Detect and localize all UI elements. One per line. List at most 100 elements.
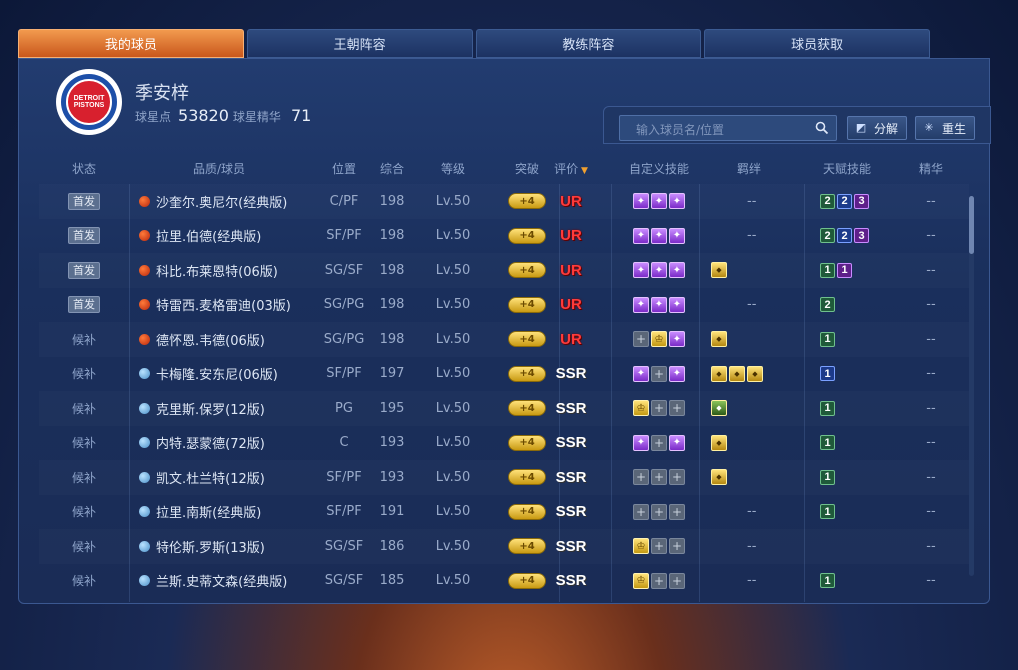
table-row[interactable]: 首发 特雷西.麦格雷迪(03版) SG/PG 198 Lv.50 +4 UR ✦ ✦ ✦ -- 2 --: [39, 288, 969, 323]
custom-skill-icon[interactable]: ✦: [633, 296, 649, 313]
table-row[interactable]: 候补 卡梅隆.安东尼(06版) SF/PF 197 Lv.50 +4 SSR ✦ + ✦ ◆ ◆ ◆ 1-…: [39, 357, 969, 392]
rebirth-button[interactable]: ✳ 重生: [915, 116, 976, 140]
tab-coach-lineup[interactable]: 教练阵容: [475, 29, 702, 58]
essence-cell: --: [926, 297, 936, 313]
talent-level-badge[interactable]: 2: [820, 228, 835, 244]
table-row[interactable]: 候补 内特.瑟蒙德(72版) C 193 Lv.50 +4 SSR ✦ + ✦ ◆ 1 --: [39, 426, 969, 461]
add-skill-slot-icon[interactable]: +: [669, 400, 685, 417]
search-input[interactable]: 输入球员名/位置: [619, 115, 837, 141]
custom-skill-icon[interactable]: ✦: [669, 434, 685, 451]
col-rating[interactable]: 评价 ▼: [545, 160, 597, 177]
talent-level-badge[interactable]: 1: [820, 469, 835, 485]
talent-level-badge[interactable]: 1: [820, 435, 835, 451]
add-skill-slot-icon[interactable]: +: [651, 503, 667, 520]
bond-icon[interactable]: ◆: [711, 434, 727, 451]
table-row[interactable]: 候补 特伦斯.罗斯(13版) SG/SF 186 Lv.50 +4 SSR ♔ + + -- --: [39, 529, 969, 564]
tab-dynasty-lineup[interactable]: 王朝阵容: [246, 29, 473, 58]
custom-skill-icon[interactable]: ✦: [669, 296, 685, 313]
custom-skill-icon[interactable]: ♔: [633, 538, 649, 555]
custom-skill-icon[interactable]: ✦: [651, 262, 667, 279]
table-row[interactable]: 首发 沙奎尔.奥尼尔(经典版) C/PF 198 Lv.50 +4 UR ✦ ✦ ✦ -- 2 2 3 --: [39, 184, 969, 219]
add-skill-slot-icon[interactable]: +: [669, 538, 685, 555]
bond-icon[interactable]: ◆: [747, 365, 763, 382]
talent-level-badge[interactable]: 1: [820, 262, 835, 278]
add-skill-slot-icon[interactable]: +: [669, 503, 685, 520]
custom-skill-icon[interactable]: ✦: [633, 365, 649, 382]
bond-icon[interactable]: ◆: [729, 365, 745, 382]
custom-skill-icon[interactable]: ✦: [669, 193, 685, 210]
talent-level-badge[interactable]: 1: [820, 573, 835, 589]
talent-level-badge[interactable]: 3: [854, 193, 869, 209]
table-row[interactable]: 首发 拉里.伯德(经典版) SF/PF 198 Lv.50 +4 UR ✦ ✦ ✦ -- 2 2 3 --: [39, 219, 969, 254]
custom-skill-icon[interactable]: ✦: [633, 262, 649, 279]
col-level: 等级: [440, 162, 465, 176]
rating-badge: UR: [560, 227, 582, 245]
rebirth-label: 重生: [942, 121, 967, 136]
custom-skill-icon[interactable]: ✦: [669, 262, 685, 279]
table-row[interactable]: 候补 克里斯.保罗(12版) PG 195 Lv.50 +4 SSR ♔ + + ◆ 1 --: [39, 391, 969, 426]
add-skill-slot-icon[interactable]: +: [651, 400, 667, 417]
table-row[interactable]: 首发 科比.布莱恩特(06版) SG/SF 198 Lv.50 +4 UR ✦ ✦ ✦ ◆ 1 1 --: [39, 253, 969, 288]
quality-icon: [139, 195, 150, 207]
tab-my-players[interactable]: 我的球员: [18, 29, 244, 58]
talent-level-badge[interactable]: 2: [837, 193, 852, 209]
rating-badge: UR: [560, 330, 582, 348]
level-cell: Lv.50: [435, 366, 471, 382]
status-badge: 候补: [71, 505, 96, 520]
quality-icon: [139, 540, 150, 552]
custom-skill-icon[interactable]: ✦: [633, 227, 649, 244]
table-row[interactable]: 候补 凯文.杜兰特(12版) SF/PF 193 Lv.50 +4 SSR + + + ◆ 1 --: [39, 460, 969, 495]
bond-icon[interactable]: ◆: [711, 469, 727, 486]
search-icon[interactable]: [815, 121, 829, 135]
add-skill-slot-icon[interactable]: +: [651, 572, 667, 589]
table-row[interactable]: 候补 德怀恩.韦德(06版) SG/PG 198 Lv.50 +4 UR + ♔ ✦ ◆ 1 --: [39, 322, 969, 357]
tab-player-acquire[interactable]: 球员获取: [704, 29, 930, 58]
talent-level-badge[interactable]: 2: [820, 193, 835, 209]
talent-level-badge[interactable]: 1: [820, 400, 835, 416]
add-skill-slot-icon[interactable]: +: [669, 469, 685, 486]
talent-level-badge[interactable]: 1: [837, 262, 852, 278]
scrollbar[interactable]: [969, 196, 974, 576]
talent-level-badge[interactable]: 1: [820, 366, 835, 382]
custom-skill-icon[interactable]: ✦: [651, 193, 667, 210]
add-skill-slot-icon[interactable]: +: [651, 434, 667, 451]
talent-level-badge[interactable]: 3: [854, 228, 869, 244]
table-row[interactable]: 候补 兰斯.史蒂文森(经典版) SG/SF 185 Lv.50 +4 SSR ♔ + + -- 1 --: [39, 564, 969, 599]
custom-skill-icon[interactable]: ✦: [669, 227, 685, 244]
quality-icon: [139, 437, 150, 449]
add-skill-slot-icon[interactable]: +: [669, 572, 685, 589]
talent-level-badge[interactable]: 1: [820, 504, 835, 520]
custom-skill-icon[interactable]: ✦: [633, 434, 649, 451]
custom-skill-icon[interactable]: ♔: [651, 331, 667, 348]
bond-icon[interactable]: ◆: [711, 365, 727, 382]
custom-skill-icon[interactable]: ✦: [651, 296, 667, 313]
level-cell: Lv.50: [435, 400, 471, 416]
custom-skill-icon[interactable]: ✦: [669, 331, 685, 348]
custom-skill-icon[interactable]: ✦: [669, 365, 685, 382]
scrollbar-thumb[interactable]: [969, 196, 974, 254]
add-skill-slot-icon[interactable]: +: [651, 469, 667, 486]
talent-level-badge[interactable]: 2: [820, 297, 835, 313]
add-skill-slot-icon[interactable]: +: [633, 469, 649, 486]
essence-cell: --: [926, 435, 936, 451]
talent-level-badge[interactable]: 1: [820, 331, 835, 347]
custom-skill-icon[interactable]: ♔: [633, 400, 649, 417]
quality-icon: [139, 299, 150, 311]
breakthrough-badge: +4: [508, 365, 546, 382]
add-skill-slot-icon[interactable]: +: [651, 538, 667, 555]
custom-skill-icon[interactable]: ♔: [633, 572, 649, 589]
bond-icon[interactable]: ◆: [711, 262, 727, 279]
quality-icon: [139, 575, 150, 587]
bond-icon[interactable]: ◆: [711, 331, 727, 348]
table-row[interactable]: 候补 拉里.南斯(经典版) SF/PF 191 Lv.50 +4 SSR + + + -- 1 --: [39, 495, 969, 530]
decompose-icon: ◩: [855, 121, 867, 134]
custom-skill-icon[interactable]: ✦: [651, 227, 667, 244]
bond-icon[interactable]: ◆: [711, 400, 727, 417]
add-skill-slot-icon[interactable]: +: [633, 503, 649, 520]
decompose-button[interactable]: ◩ 分解: [847, 116, 908, 140]
custom-skill-icon[interactable]: ✦: [633, 193, 649, 210]
talent-level-badge[interactable]: 2: [837, 228, 852, 244]
add-skill-slot-icon[interactable]: +: [651, 365, 667, 382]
add-skill-slot-icon[interactable]: +: [633, 331, 649, 348]
level-cell: Lv.50: [435, 504, 471, 520]
